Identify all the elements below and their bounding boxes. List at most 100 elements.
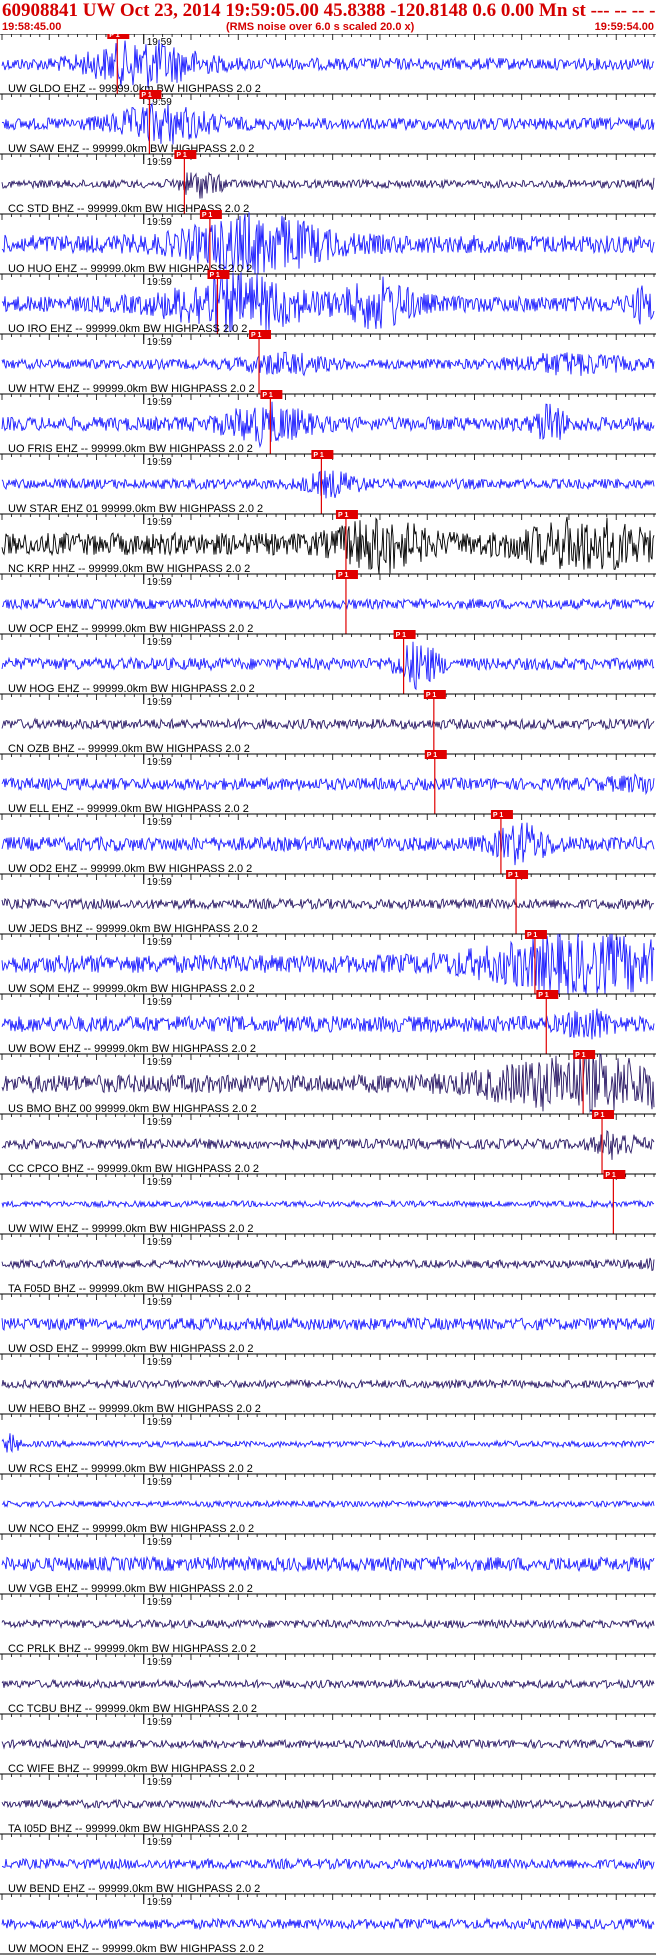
station-label: CC CPCO BHZ -- 99999.0km BW HIGHPASS 2.0… <box>8 1163 259 1175</box>
waveform <box>1 39 655 89</box>
pick-label: P 1 <box>594 1112 604 1119</box>
waveform <box>1 470 655 499</box>
waveform <box>1 641 655 691</box>
seismogram-plot: 19:59P 1UW GLDO EHZ -- 99999.0km BW HIGH… <box>0 34 656 1955</box>
station-label: UW OD2 EHZ -- 99999.0km BW HIGHPASS 2.0 … <box>8 863 252 875</box>
pick-label: P 1 <box>427 752 437 759</box>
station-label: UW JEDS BHZ -- 99999.0km BW HIGHPASS 2.0… <box>8 923 258 935</box>
minute-label: 19:59 <box>147 1057 172 1068</box>
minute-label: 19:59 <box>147 1777 172 1788</box>
station-label: TA I05D BHZ -- 99999.0km BW HIGHPASS 2.0… <box>8 1823 247 1835</box>
station-label: NC KRP HHZ -- 99999.0km BW HIGHPASS 2.0 … <box>8 563 250 575</box>
station-label: CC PRLK BHZ -- 99999.0km BW HIGHPASS 2.0… <box>8 1643 256 1655</box>
minute-label: 19:59 <box>147 1897 172 1908</box>
minute-label: 19:59 <box>147 1477 172 1488</box>
station-label: CC WIFE BHZ -- 99999.0km BW HIGHPASS 2.0… <box>8 1763 255 1775</box>
station-label: UW HTW EHZ -- 99999.0km BW HIGHPASS 2.0 … <box>8 383 255 395</box>
minute-label: 19:59 <box>147 757 172 768</box>
waveform <box>1 102 655 145</box>
minute-label: 19:59 <box>147 697 172 708</box>
waveform <box>2 597 655 611</box>
minute-label: 19:59 <box>147 1357 172 1368</box>
station-label: CN OZB BHZ -- 99999.0km BW HIGHPASS 2.0 … <box>8 743 250 755</box>
minute-label: 19:59 <box>147 1297 172 1308</box>
station-label: UO FRIS EHZ -- 99999.0km BW HIGHPASS 2.0… <box>8 443 253 455</box>
pick-label: P 1 <box>202 212 212 219</box>
pick-label: P 1 <box>338 572 348 579</box>
pick-label: P 1 <box>141 92 151 99</box>
pick-label: P 1 <box>605 1172 615 1179</box>
station-label: TA F05D BHZ -- 99999.0km BW HIGHPASS 2.0… <box>8 1283 251 1295</box>
waveform <box>1 1618 655 1630</box>
station-label: UW STAR EHZ 01 99999.0km BW HIGHPASS 2.0… <box>8 503 263 515</box>
start-time-label: 19:58:45.00 <box>2 21 62 33</box>
pick-label: P 1 <box>493 812 503 819</box>
waveform <box>1 1499 655 1509</box>
station-label: UW SQM EHZ -- 99999.0km BW HIGHPASS 2.0 … <box>8 983 255 995</box>
waveform <box>1 1257 655 1272</box>
header-bar: 60908841 UW Oct 23, 2014 19:59:05.00 45.… <box>0 0 656 34</box>
pick-label: P 1 <box>109 34 119 39</box>
pick-label: P 1 <box>313 452 323 459</box>
minute-label: 19:59 <box>147 817 172 828</box>
waveform <box>1 1008 655 1040</box>
minute-label: 19:59 <box>147 877 172 888</box>
station-label: UW VGB EHZ -- 99999.0km BW HIGHPASS 2.0 … <box>8 1583 253 1595</box>
minute-label: 19:59 <box>147 157 172 168</box>
minute-label: 19:59 <box>147 1177 172 1188</box>
waveform <box>1 717 655 731</box>
minute-label: 19:59 <box>147 1237 172 1248</box>
waveform <box>1 1199 655 1209</box>
minute-label: 19:59 <box>147 1717 172 1728</box>
station-label: UW OCP EHZ -- 99999.0km BW HIGHPASS 2.0 … <box>8 623 253 635</box>
pick-label: P 1 <box>538 992 548 999</box>
waveform <box>1 351 655 377</box>
minute-label: 19:59 <box>147 937 172 948</box>
event-title: 60908841 UW Oct 23, 2014 19:59:05.00 45.… <box>2 0 656 21</box>
station-label: UW BEND EHZ -- 99999.0km BW HIGHPASS 2.0… <box>8 1883 260 1895</box>
waveform <box>1 171 655 199</box>
minute-label: 19:59 <box>147 1837 172 1848</box>
waveform <box>1 1857 655 1871</box>
station-label: UW MOON EHZ -- 99999.0km BW HIGHPASS 2.0… <box>8 1943 264 1955</box>
station-label: UW SAW EHZ -- 99999.0km BW HIGHPASS 2.0 … <box>8 143 254 155</box>
pick-label: P 1 <box>209 272 219 279</box>
waveform <box>1 1798 655 1810</box>
minute-label: 19:59 <box>147 1117 172 1128</box>
station-label: UW WIW EHZ -- 99999.0km BW HIGHPASS 2.0 … <box>8 1223 254 1235</box>
minute-label: 19:59 <box>147 217 172 228</box>
waveform <box>1 1555 655 1573</box>
pick-label: P 1 <box>251 332 261 339</box>
pick-label: P 1 <box>575 1052 585 1059</box>
station-label: UW ELL EHZ -- 99999.0km BW HIGHPASS 2.0 … <box>8 803 249 815</box>
waveform <box>1 773 655 796</box>
waveform <box>1 897 655 911</box>
pick-label: P 1 <box>262 392 272 399</box>
waveform <box>1 1917 655 1931</box>
waveform <box>1 1378 655 1390</box>
station-label: UW HEBO BHZ -- 99999.0km BW HIGHPASS 2.0… <box>8 1403 261 1415</box>
minute-label: 19:59 <box>147 577 172 588</box>
pick-label: P 1 <box>508 872 518 879</box>
minute-label: 19:59 <box>147 277 172 288</box>
minute-label: 19:59 <box>147 637 172 648</box>
minute-label: 19:59 <box>147 397 172 408</box>
pick-label: P 1 <box>396 632 406 639</box>
waveform <box>1 401 655 449</box>
minute-label: 19:59 <box>147 457 172 468</box>
minute-label: 19:59 <box>147 1657 172 1668</box>
minute-label: 19:59 <box>147 1417 172 1428</box>
waveform <box>1 822 655 866</box>
station-label: UW HOG EHZ -- 99999.0km BW HIGHPASS 2.0 … <box>8 683 255 695</box>
waveform <box>1 1678 655 1690</box>
station-label: CC TCBU BHZ -- 99999.0km BW HIGHPASS 2.0… <box>8 1703 257 1715</box>
station-label: UW NCO EHZ -- 99999.0km BW HIGHPASS 2.0 … <box>8 1523 254 1535</box>
station-label: US BMO BHZ 00 99999.0km BW HIGHPASS 2.0 … <box>8 1103 257 1115</box>
pick-label: P 1 <box>176 152 186 159</box>
station-label: UW BOW EHZ -- 99999.0km BW HIGHPASS 2.0 … <box>8 1043 256 1055</box>
pick-label: P 1 <box>338 512 348 519</box>
minute-label: 19:59 <box>147 1597 172 1608</box>
waveform <box>1 1433 655 1453</box>
station-label: UO IRO EHZ -- 99999.0km BW HIGHPASS 2.0 … <box>8 323 247 335</box>
waveform <box>1 1316 655 1332</box>
